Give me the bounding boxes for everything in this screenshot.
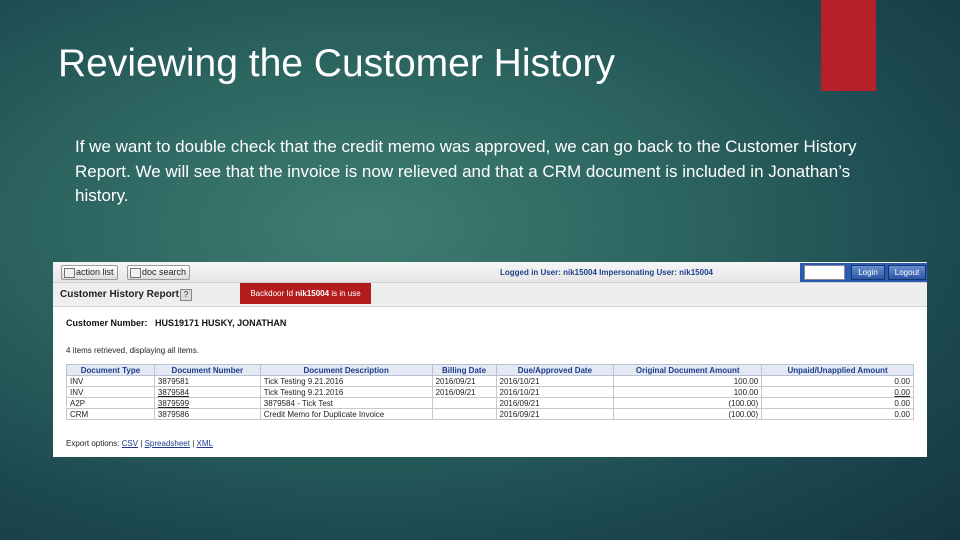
doc-description-cell: Tick Testing 9.21.2016 <box>259 375 433 387</box>
page-title-bar: Customer History Report ? <box>53 283 927 307</box>
billing-date-cell: 2016/09/21 <box>431 386 497 398</box>
app-toolbar: action list doc search Logged in User: n… <box>53 262 927 283</box>
customer-history-screenshot: action list doc search Logged in User: n… <box>53 262 927 457</box>
export-spreadsheet-link[interactable]: Spreadsheet <box>145 439 190 448</box>
doc-number-cell: 3879586 <box>153 408 261 420</box>
column-header[interactable]: Document Number <box>153 364 261 376</box>
doc-number-link[interactable]: 3879599 <box>153 397 261 409</box>
customer-number-label: Customer Number: <box>66 318 148 328</box>
customer-number-line: Customer Number: HUS19171 HUSKY, JONATHA… <box>66 318 286 328</box>
doc-number-link[interactable]: 3879584 <box>153 386 261 398</box>
backdoor-warning-banner: Backdoor Id nik15004 is in use <box>240 283 371 304</box>
doc-search-label: doc search <box>142 267 187 277</box>
due-date-cell: 2016/10/21 <box>495 375 615 387</box>
doc-type-cell: INV <box>66 386 155 398</box>
original-amount-cell: 100.00 <box>613 375 763 387</box>
table-header-row: Document Type Document Number Document D… <box>66 364 914 376</box>
doc-search-icon <box>130 268 141 278</box>
help-icon[interactable]: ? <box>180 289 192 301</box>
original-amount-cell: (100.00) <box>613 397 763 409</box>
customer-number-value: HUS19171 HUSKY, JONATHAN <box>155 318 287 328</box>
doc-type-cell: CRM <box>66 408 155 420</box>
table-row: CRM 3879586 Credit Memo for Duplicate In… <box>66 408 914 420</box>
action-list-label: action list <box>76 267 114 277</box>
doc-search-button[interactable]: doc search <box>127 265 191 280</box>
column-header[interactable]: Unpaid/Unapplied Amount <box>761 364 914 376</box>
doc-description-cell: 3879584 - Tick Test <box>259 397 433 409</box>
doc-description-cell: Credit Memo for Duplicate Invoice <box>259 408 433 420</box>
action-list-icon <box>64 268 75 278</box>
doc-type-cell: INV <box>66 375 155 387</box>
due-date-cell: 2016/09/21 <box>495 408 615 420</box>
action-list-button[interactable]: action list <box>61 265 118 280</box>
due-date-cell: 2016/09/21 <box>495 397 615 409</box>
unpaid-amount-cell: 0.00 <box>761 375 914 387</box>
doc-type-cell: A2P <box>66 397 155 409</box>
unpaid-amount-cell: 0.00 <box>761 408 914 420</box>
unpaid-amount-cell: 0.00 <box>761 397 914 409</box>
page-title: Customer History Report <box>60 289 179 300</box>
column-header[interactable]: Billing Date <box>431 364 497 376</box>
slide-body-text: If we want to double check that the cred… <box>75 137 857 205</box>
export-xml-link[interactable]: XML <box>197 439 213 448</box>
login-panel: Login Logout <box>800 263 927 282</box>
column-header[interactable]: Original Document Amount <box>613 364 763 376</box>
logout-button[interactable]: Logout <box>888 265 926 280</box>
billing-date-cell <box>431 397 497 409</box>
column-header[interactable]: Due/Approved Date <box>495 364 615 376</box>
logged-in-status: Logged in User: nik15004 Impersonating U… <box>500 268 713 277</box>
original-amount-cell: 100.00 <box>613 386 763 398</box>
table-row: INV 3879584 Tick Testing 9.21.2016 2016/… <box>66 386 914 398</box>
column-header[interactable]: Document Description <box>259 364 433 376</box>
title-accent-bar <box>821 0 876 91</box>
unpaid-amount-link[interactable]: 0.00 <box>761 386 914 398</box>
login-input[interactable] <box>804 265 845 280</box>
doc-number-cell: 3879581 <box>153 375 261 387</box>
table-row: A2P 3879599 3879584 - Tick Test 2016/09/… <box>66 397 914 409</box>
due-date-cell: 2016/10/21 <box>495 386 615 398</box>
export-label: Export options: <box>66 439 120 448</box>
doc-description-cell: Tick Testing 9.21.2016 <box>259 386 433 398</box>
customer-history-table: Document Type Document Number Document D… <box>66 364 914 420</box>
export-csv-link[interactable]: CSV <box>122 439 138 448</box>
column-header[interactable]: Document Type <box>66 364 155 376</box>
login-button[interactable]: Login <box>851 265 885 280</box>
billing-date-cell <box>431 408 497 420</box>
table-row: INV 3879581 Tick Testing 9.21.2016 2016/… <box>66 375 914 387</box>
backdoor-prefix: Backdoor Id <box>250 289 294 298</box>
billing-date-cell: 2016/09/21 <box>431 375 497 387</box>
backdoor-suffix: is in use <box>331 289 361 298</box>
items-retrieved-text: 4 items retrieved, displaying all items. <box>66 346 199 355</box>
backdoor-id: nik15004 <box>295 289 330 298</box>
export-options: Export options: CSV | Spreadsheet | XML <box>66 439 213 448</box>
slide-title: Reviewing the Customer History <box>58 42 616 85</box>
original-amount-cell: (100.00) <box>613 408 763 420</box>
